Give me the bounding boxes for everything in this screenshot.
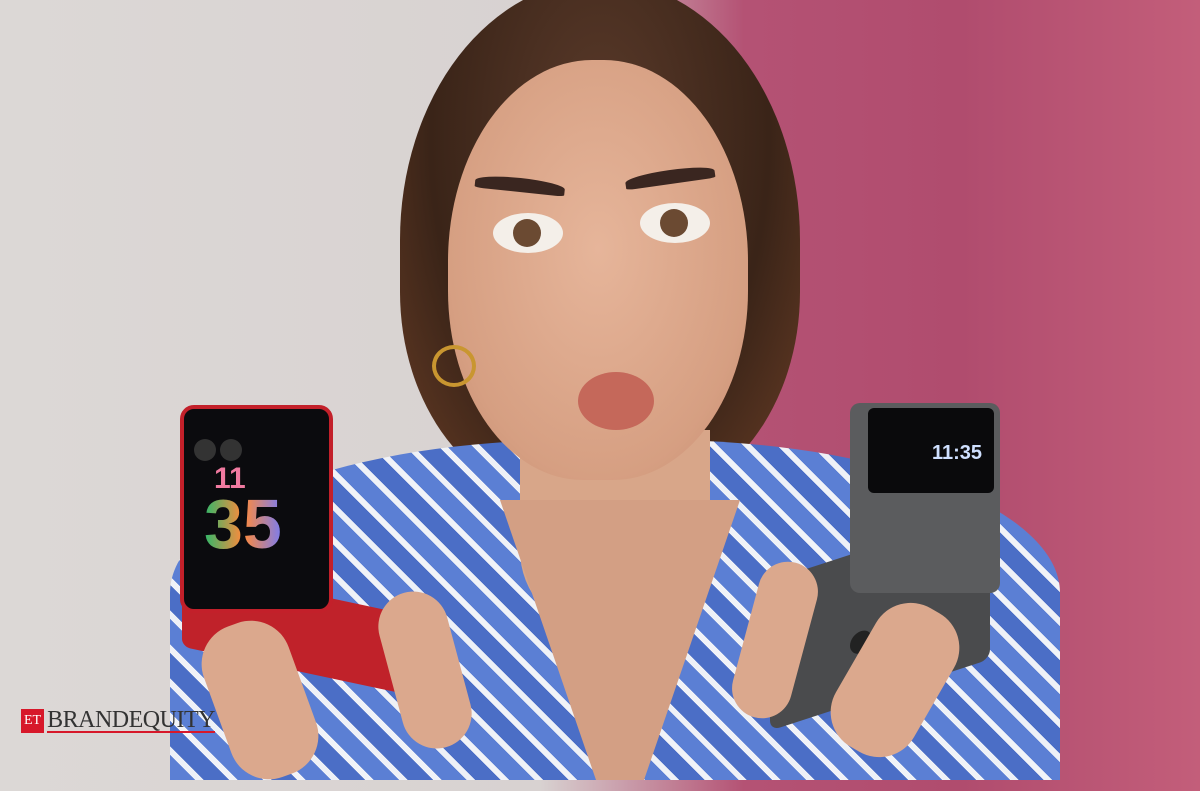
camera-icon (194, 439, 216, 461)
clock-minute: 35 (204, 485, 282, 563)
gray-phone-screen: 11:35 (868, 408, 994, 493)
logo-brandequity: BRANDEQUITY (47, 707, 215, 733)
red-flip-phone: 11 35 (180, 405, 333, 613)
left-eye (493, 213, 563, 253)
brandequity-logo: ET BRANDEQUITY (21, 707, 215, 735)
right-eye (640, 203, 710, 243)
gray-clock: 11:35 (932, 442, 983, 464)
logo-et: ET (21, 709, 45, 733)
earring-icon (432, 345, 476, 387)
lips (578, 372, 654, 430)
camera-icon (220, 439, 242, 461)
